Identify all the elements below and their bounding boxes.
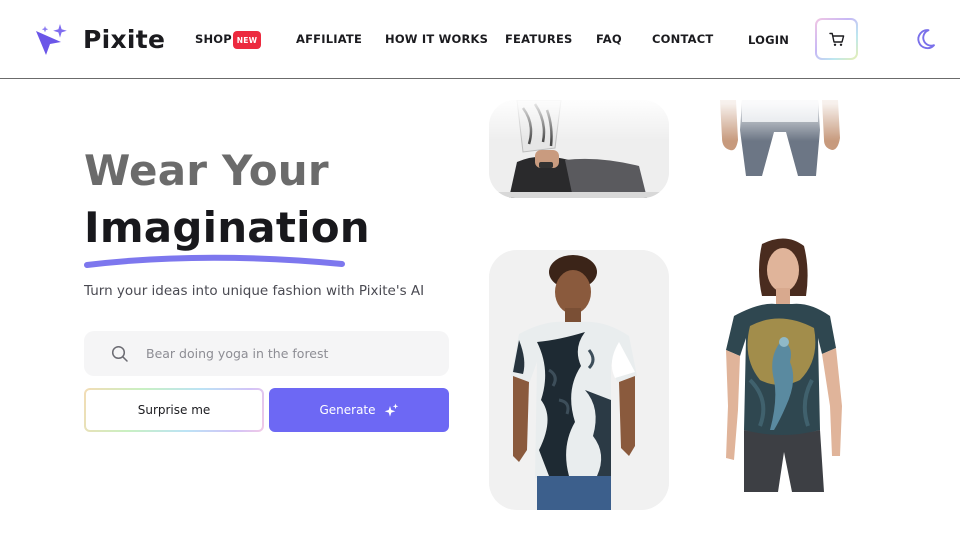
hero-title-line2: Imagination <box>84 203 370 252</box>
hero-title-line1: Wear Your <box>84 146 329 195</box>
site-header: Pixite SHOP NEW AFFILIATE HOW IT WORKS F… <box>0 0 960 79</box>
nav-how-it-works[interactable]: HOW IT WORKS <box>385 32 488 46</box>
nav-features[interactable]: FEATURES <box>505 32 573 46</box>
shopping-cart-icon <box>828 32 844 46</box>
brand-name: Pixite <box>83 24 166 54</box>
title-underline-swoosh <box>84 254 345 268</box>
product-image-peacock-tee[interactable] <box>690 230 870 500</box>
nav-shop[interactable]: SHOP <box>195 32 232 46</box>
moon-icon[interactable] <box>913 27 937 51</box>
generate-label: Generate <box>319 403 376 417</box>
nav-faq[interactable]: FAQ <box>596 32 622 46</box>
generate-button[interactable]: Generate <box>269 388 449 432</box>
surprise-me-button[interactable]: Surprise me <box>84 388 264 432</box>
product-image-standing-model[interactable] <box>690 100 870 198</box>
product-image-tie-dye-tee[interactable] <box>489 250 669 510</box>
new-badge: NEW <box>233 31 261 49</box>
logo-link[interactable]: Pixite <box>33 22 165 56</box>
login-link[interactable]: LOGIN <box>748 33 789 47</box>
nav-contact[interactable]: CONTACT <box>652 32 713 46</box>
sparkle-arrow-logo-icon <box>36 24 67 55</box>
cart-button[interactable] <box>815 18 858 60</box>
search-icon <box>111 345 128 362</box>
surprise-me-label: Surprise me <box>86 390 262 430</box>
sparkle-icon <box>384 403 398 417</box>
product-image-seated-model[interactable] <box>489 100 669 198</box>
prompt-input[interactable] <box>146 331 436 376</box>
hero-subtitle: Turn your ideas into unique fashion with… <box>84 283 425 299</box>
prompt-search-box <box>84 331 449 376</box>
nav-affiliate[interactable]: AFFILIATE <box>296 32 362 46</box>
